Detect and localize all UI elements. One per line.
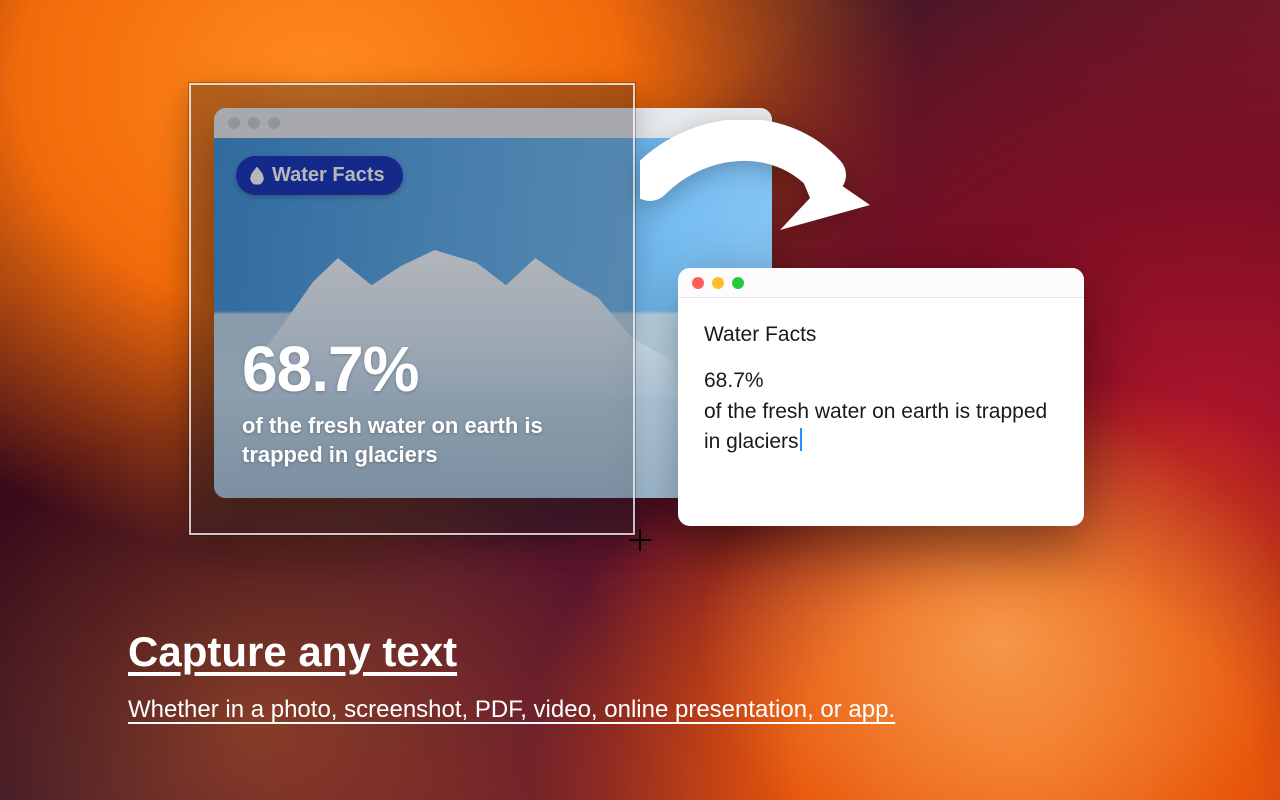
- water-facts-badge: Water Facts: [236, 156, 403, 195]
- stat-value: 68.7%: [242, 337, 732, 401]
- result-text-window[interactable]: Water Facts 68.7% of the fresh water on …: [678, 268, 1084, 526]
- badge-label: Water Facts: [272, 164, 385, 187]
- water-drop-icon: [250, 167, 264, 185]
- traffic-light-close-icon: [228, 117, 240, 129]
- result-text-body[interactable]: Water Facts 68.7% of the fresh water on …: [678, 298, 1084, 496]
- zoom-icon[interactable]: [732, 277, 744, 289]
- marketing-caption: Capture any text Whether in a photo, scr…: [128, 628, 1200, 724]
- close-icon[interactable]: [692, 277, 704, 289]
- caption-title: Capture any text: [128, 628, 1200, 676]
- result-window-titlebar: [678, 268, 1084, 298]
- arrow-icon: [640, 120, 870, 270]
- text-caret-icon: [800, 428, 802, 451]
- caption-subtitle: Whether in a photo, screenshot, PDF, vid…: [128, 696, 1200, 724]
- traffic-light-minimize-icon: [248, 117, 260, 129]
- extracted-text-line: Water Facts: [704, 320, 1058, 350]
- minimize-icon[interactable]: [712, 277, 724, 289]
- traffic-light-zoom-icon: [268, 117, 280, 129]
- stat-description: of the fresh water on earth is trapped i…: [242, 411, 622, 470]
- extracted-text-block: 68.7% of the fresh water on earth is tra…: [704, 366, 1058, 457]
- crosshair-cursor-icon: [629, 529, 651, 551]
- stat-block: 68.7% of the fresh water on earth is tra…: [242, 337, 732, 470]
- extracted-text-line: of the fresh water on earth is trapped i…: [704, 400, 1047, 453]
